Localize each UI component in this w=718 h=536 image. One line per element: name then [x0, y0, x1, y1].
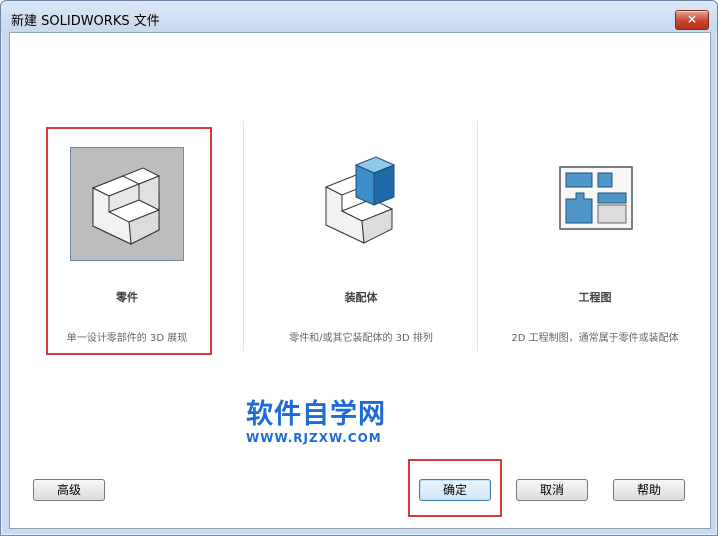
- template-drawing[interactable]: 工程图 2D 工程制图，通常属于零件或装配体: [478, 121, 712, 351]
- help-button[interactable]: 帮助: [613, 479, 685, 501]
- new-solidworks-document-dialog: 新建 SOLIDWORKS 文件 × 零件 单一设计零部件的 3D 展现 装配体…: [0, 0, 718, 536]
- drawing-thumbnail[interactable]: [538, 147, 650, 259]
- drawing-icon: [559, 166, 633, 230]
- highlight-box-ok: [408, 459, 502, 517]
- template-drawing-label: 工程图: [578, 291, 612, 304]
- close-icon: ×: [686, 12, 698, 26]
- template-assembly[interactable]: 装配体 零件和/或其它装配体的 3D 排列: [244, 121, 478, 351]
- advanced-button[interactable]: 高级: [33, 479, 105, 501]
- watermark-url: WWW.RJZXW.COM: [246, 431, 382, 445]
- watermark-main-text: 软件自学网: [246, 399, 386, 430]
- template-assembly-label: 装配体: [344, 291, 378, 304]
- assembly-icon: [324, 156, 396, 244]
- close-button[interactable]: ×: [675, 10, 709, 30]
- highlight-box-part: [46, 127, 212, 355]
- cancel-button[interactable]: 取消: [516, 479, 588, 501]
- dialog-title: 新建 SOLIDWORKS 文件: [11, 14, 160, 29]
- template-assembly-description: 零件和/或其它装配体的 3D 排列: [289, 333, 433, 344]
- title-bar[interactable]: 新建 SOLIDWORKS 文件 ×: [1, 1, 717, 33]
- watermark: 软件自学网 WWW.RJZXW.COM: [246, 399, 406, 445]
- assembly-thumbnail[interactable]: [304, 147, 416, 259]
- template-drawing-description: 2D 工程制图，通常属于零件或装配体: [511, 333, 679, 344]
